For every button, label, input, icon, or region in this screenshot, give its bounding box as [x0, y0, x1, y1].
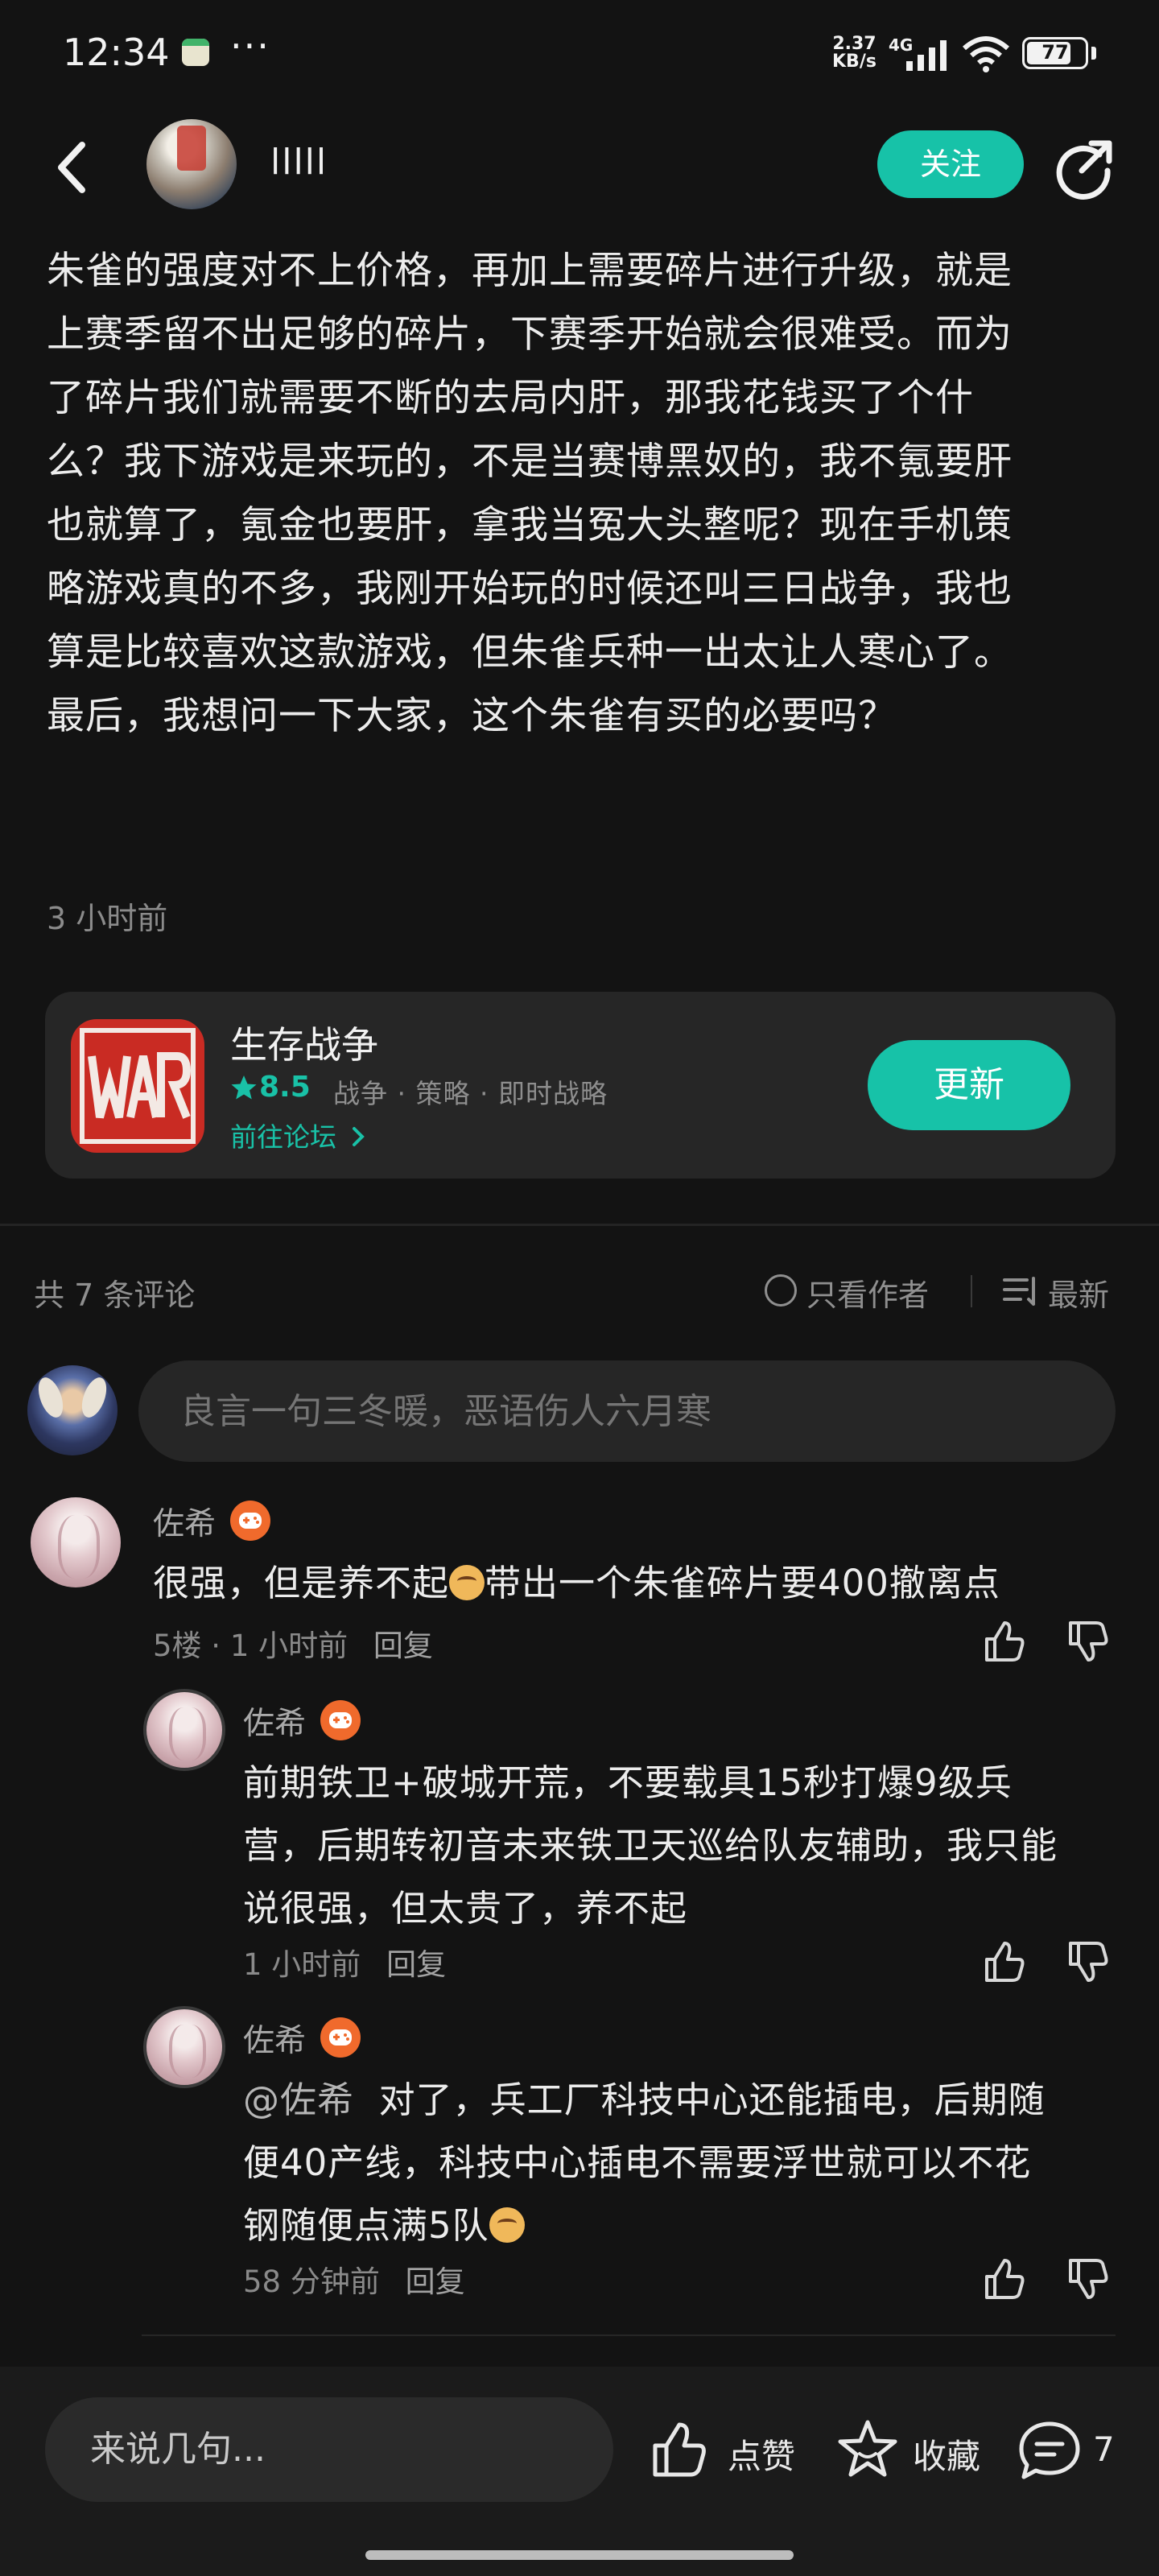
reply-meta: 1 小时前 回复: [243, 1940, 446, 1984]
post-line: 也就算了，氪金也要肝，拿我当冤大头整呢？现在手机策: [47, 503, 1013, 547]
wifi-icon: [963, 36, 1009, 72]
star-outline-icon[interactable]: [835, 2418, 900, 2481]
comment-meta: 5楼 · 1 小时前 回复: [153, 1629, 433, 1663]
reply-text: @佐希 对了，兵工厂科技中心还能插电，后期随 便40产线，科技中心插电不需要浮世…: [243, 2069, 1046, 2257]
reply-line: 对了，兵工厂科技中心还能插电，后期随: [354, 2079, 1046, 2121]
like-label[interactable]: 点赞: [728, 2429, 795, 2479]
status-time: 12:34: [63, 31, 170, 74]
reply-line: 说很强，但太贵了，养不起: [243, 1887, 688, 1930]
game-rating: 8.5: [259, 1071, 311, 1104]
favorite-label[interactable]: 收藏: [913, 2429, 980, 2479]
quick-comment-input[interactable]: 来说几句...: [45, 2397, 613, 2502]
top-nav: lllll 关注: [0, 105, 1159, 225]
author-avatar[interactable]: [146, 119, 237, 209]
thumb-down-icon[interactable]: [1064, 1618, 1111, 1665]
reply-button[interactable]: 回复: [406, 2264, 465, 2299]
post-line: 最后，我想问一下大家，这个朱雀有买的必要吗？: [47, 694, 897, 738]
battery-tip: [1091, 47, 1096, 60]
post-line: 朱雀的强度对不上价格，再加上需要碎片进行升级，就是: [47, 249, 1013, 293]
commenter-name[interactable]: 佐希: [243, 2016, 306, 2061]
commenter-name[interactable]: 佐希: [153, 1499, 216, 1544]
thumb-down-icon[interactable]: [1064, 2256, 1111, 2302]
signal-icon: [906, 40, 947, 71]
thumb-up-icon[interactable]: [980, 1618, 1027, 1665]
game-name[interactable]: 生存战争: [230, 1016, 378, 1069]
post-line: 略游戏真的不多，我刚开始玩的时候还叫三日战争，我也: [47, 567, 1013, 611]
like-icon[interactable]: [649, 2420, 708, 2479]
radio-icon[interactable]: [765, 1274, 797, 1307]
comment-input[interactable]: [138, 1360, 1116, 1462]
network-speed: 2.37 KB/s: [832, 35, 876, 71]
post-timestamp: 3 小时前: [47, 901, 168, 936]
thumb-up-icon[interactable]: [980, 1938, 1027, 1985]
battery-text: 77: [1041, 41, 1069, 64]
comment-floor: 5楼: [153, 1629, 202, 1663]
calendar-icon: [182, 39, 209, 66]
comment-text-part: 很强，但是养不起: [153, 1562, 450, 1604]
forum-link-label[interactable]: 前往论坛: [230, 1121, 336, 1153]
commenter-avatar[interactable]: [31, 1497, 121, 1587]
battery-icon: 77: [1022, 37, 1088, 69]
commenter-avatar[interactable]: [143, 2006, 225, 2088]
thumb-down-icon[interactable]: [1064, 1938, 1111, 1985]
share-icon[interactable]: [1053, 137, 1116, 200]
post-line: 上赛季留不出足够的碎片，下赛季开始就会很难受。而为: [47, 312, 1013, 357]
sort-latest[interactable]: 最新: [1048, 1270, 1109, 1315]
network-speed-value: 2.37: [832, 34, 876, 54]
gamepad-icon: [320, 1700, 361, 1740]
comment-text: 很强，但是养不起 带出一个朱雀碎片要400撤离点: [153, 1552, 1000, 1615]
commenter-name[interactable]: 佐希: [243, 1699, 306, 1744]
comment-count-badge[interactable]: 7: [1093, 2429, 1115, 2469]
commenter-avatar[interactable]: [143, 1689, 225, 1771]
gamepad-icon: [320, 2017, 361, 2058]
post-content: 制， 总共将就很强，结果一上线我逛过论坛、对局看出 朱雀的强度对不上价格，再加上…: [47, 185, 1117, 748]
network-speed-unit: KB/s: [832, 52, 876, 72]
author-only-toggle[interactable]: 只看作者: [806, 1270, 929, 1315]
comment-icon[interactable]: [1017, 2420, 1082, 2481]
comment-count: 共 7 条评论: [34, 1278, 196, 1313]
reply-line: 钢随便点满5队: [243, 2204, 489, 2247]
reply-button[interactable]: 回复: [386, 1947, 446, 1982]
reply-line: 便40产线，科技中心插电不需要浮世就可以不花: [243, 2141, 1032, 2184]
home-indicator[interactable]: [365, 2550, 794, 2560]
back-icon[interactable]: [50, 137, 95, 198]
thread-divider: [142, 2334, 1116, 2336]
emoji-icon: [489, 2207, 525, 2243]
reply-line: 前期铁卫+破城开荒，不要载具15秒打爆9级兵: [243, 1761, 1013, 1804]
thumb-up-icon[interactable]: [980, 2256, 1027, 2302]
sort-icon[interactable]: [1003, 1275, 1038, 1307]
game-card[interactable]: 生存战争 8.5 战争 · 策略 · 即时战略 前往论坛 更新: [45, 992, 1116, 1179]
update-button[interactable]: 更新: [868, 1040, 1070, 1130]
star-icon: [231, 1075, 257, 1100]
section-divider: [0, 1224, 1159, 1226]
status-bar: 12:34 ··· 2.37 KB/s 4G 77: [0, 0, 1159, 105]
post-line: 么？我下游戏是来玩的，不是当赛博黑奴的，我不氪要肝: [47, 440, 1013, 484]
comment-time: 1 小时前: [229, 1629, 349, 1663]
reply-button[interactable]: 回复: [373, 1629, 433, 1663]
mention-link[interactable]: @佐希: [243, 2079, 354, 2121]
follow-button[interactable]: 关注: [877, 130, 1024, 198]
bottom-action-bar: 来说几句... 点赞 收藏 7: [0, 2367, 1159, 2576]
reply-meta: 58 分钟前 回复: [243, 2257, 465, 2301]
divider: [971, 1275, 972, 1307]
game-tags: 战争 · 策略 · 即时战略: [333, 1078, 608, 1109]
comment-text-part: 带出一个朱雀碎片要400撤离点: [485, 1562, 1000, 1604]
more-notifications-icon: ···: [230, 24, 270, 68]
emoji-icon: [449, 1565, 485, 1600]
forum-link[interactable]: 前往论坛: [230, 1116, 366, 1154]
post-line: 了碎片我们就需要不断的去局内肝，那我花钱买了个什: [47, 376, 974, 420]
gamepad-icon: [230, 1501, 270, 1541]
chevron-right-icon: [352, 1127, 365, 1146]
my-avatar: [27, 1365, 118, 1455]
author-name[interactable]: lllll: [270, 142, 328, 183]
post-line: 算是比较喜欢这款游戏，但朱雀兵种一出太让人寒心了。: [47, 630, 1013, 675]
reply-time: 58 分钟前: [243, 2264, 380, 2299]
reply-time: 1 小时前: [243, 1947, 361, 1982]
reply-text: 前期铁卫+破城开荒，不要载具15秒打爆9级兵 营，后期转初音未来铁卫天巡给队友辅…: [243, 1752, 1058, 1940]
game-logo[interactable]: [71, 1019, 204, 1153]
reply-line: 营，后期转初音未来铁卫天巡给队友辅助，我只能: [243, 1824, 1058, 1867]
